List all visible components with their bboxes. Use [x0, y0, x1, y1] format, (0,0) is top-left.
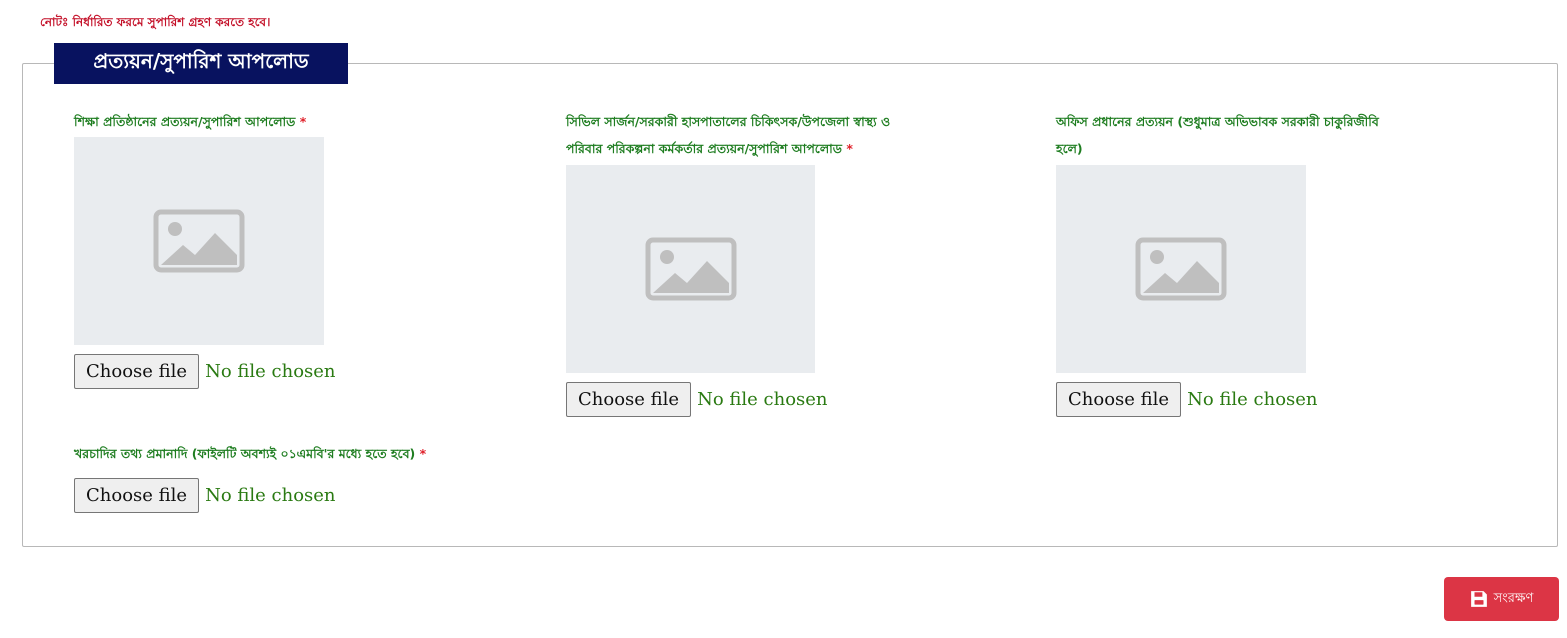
field-label-text: অফিস প্রধানের প্রত্যয়ন (শুধুমাত্র অভিভা… — [1056, 114, 1379, 129]
file-input-medical: Choose file No file chosen — [566, 381, 828, 417]
required-mark: * — [419, 446, 427, 461]
save-button-label: সংরক্ষণ — [1493, 590, 1534, 606]
required-mark: * — [846, 141, 853, 156]
field-label-institution: শিক্ষা প্রতিষ্ঠানের প্রত্যয়ন/সুপারিশ আপ… — [74, 108, 306, 135]
choose-file-button[interactable]: Choose file — [1056, 381, 1182, 417]
save-button[interactable]: সংরক্ষণ — [1444, 577, 1559, 621]
file-input-office-head: Choose file No file chosen — [1056, 381, 1318, 417]
floppy-disk-icon — [1470, 590, 1488, 608]
field-label-text: খরচাদির তথ্য প্রমানাদি (ফাইলটি অবশ্যই ০১… — [74, 446, 416, 461]
file-status: No file chosen — [205, 360, 336, 382]
field-label-office-head: অফিস প্রধানের প্রত্যয়ন (শুধুমাত্র অভিভা… — [1056, 108, 1379, 162]
file-input-institution: Choose file No file chosen — [74, 353, 336, 389]
file-status: No file chosen — [697, 388, 828, 410]
image-placeholder-icon — [153, 209, 245, 273]
field-label-text: পরিবার পরিকল্পনা কর্মকর্তার প্রত্যয়ন/সু… — [566, 141, 842, 156]
image-placeholder-icon — [645, 237, 736, 301]
choose-file-button[interactable]: Choose file — [74, 353, 200, 389]
file-status: No file chosen — [1187, 388, 1318, 410]
required-mark: * — [299, 114, 307, 129]
field-label-expense-docs: খরচাদির তথ্য প্রমানাদি (ফাইলটি অবশ্যই ০১… — [74, 440, 426, 467]
field-label-text: সিভিল সার্জন/সরকারী হাসপাতালের চিকিৎসক/উ… — [566, 114, 891, 129]
field-label-text: শিক্ষা প্রতিষ্ঠানের প্রত্যয়ন/সুপারিশ আপ… — [74, 114, 296, 129]
image-preview-office-head — [1056, 165, 1306, 373]
field-label-medical: সিভিল সার্জন/সরকারী হাসপাতালের চিকিৎসক/উ… — [566, 108, 890, 162]
image-preview-medical — [566, 165, 815, 373]
file-input-expense-docs: Choose file No file chosen — [74, 477, 336, 513]
image-placeholder-icon — [1135, 237, 1227, 301]
image-preview-institution — [74, 137, 324, 345]
file-status: No file chosen — [205, 484, 336, 506]
choose-file-button[interactable]: Choose file — [566, 381, 692, 417]
choose-file-button[interactable]: Choose file — [74, 477, 200, 513]
section-title: প্রত্যয়ন/সুপারিশ আপলোড — [54, 43, 348, 84]
form-note: নোটঃ নির্ধারিত ফরমে সুপারিশ গ্রহণ করতে হ… — [40, 15, 271, 29]
field-label-text: হলে) — [1056, 141, 1083, 156]
